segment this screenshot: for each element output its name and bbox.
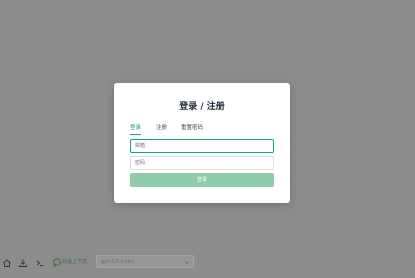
dialog-title: 登录 / 注册 — [179, 102, 225, 112]
password-field[interactable] — [130, 156, 274, 170]
model-select[interactable]: gpt-3.5-turbo — [96, 255, 194, 268]
terminal-icon[interactable] — [34, 256, 46, 268]
chat-icon — [53, 258, 61, 267]
context-toggle[interactable]: 对话上下文 — [52, 256, 94, 268]
download-icon[interactable] — [17, 256, 29, 268]
auth-tabs: 登录 注册 重置密码 — [130, 123, 274, 137]
tab-login[interactable]: 登录 — [130, 123, 142, 137]
model-select-value: gpt-3.5-turbo — [101, 259, 135, 265]
login-dialog: 登录 / 注册 登录 注册 重置密码 登录 — [114, 83, 290, 203]
home-icon[interactable] — [1, 256, 13, 268]
chevron-down-icon — [184, 261, 190, 265]
email-field[interactable] — [130, 139, 274, 153]
login-button[interactable]: 登录 — [130, 173, 274, 187]
tab-register[interactable]: 注册 — [156, 123, 167, 137]
context-label: 对话上下文 — [62, 259, 88, 265]
tab-reset-password[interactable]: 重置密码 — [181, 123, 203, 137]
bottom-toolbar: 对话上下文 gpt-3.5-turbo — [0, 253, 415, 271]
